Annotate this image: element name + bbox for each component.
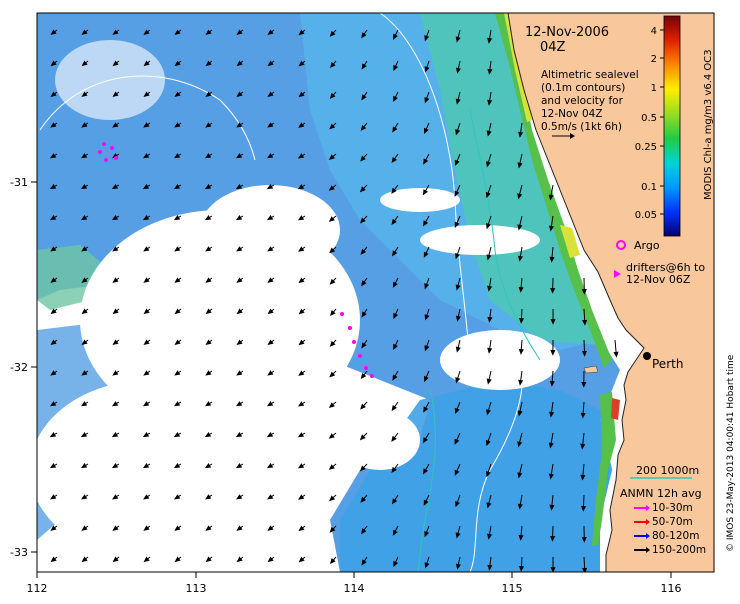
colorbar-tick-label: 2 [651, 54, 657, 65]
colorbar-label: MODIS Chl-a mg/m3 v6.4 OC3 [703, 49, 714, 200]
colorbar-tick-label: 0.5 [641, 113, 657, 124]
colorbar-tick-label: 0.25 [635, 142, 657, 153]
x-tick-label: 112 [27, 582, 48, 595]
altimetry-legend-line: 0.5m/s (1kt 6h) [541, 121, 622, 133]
altimetry-legend-line: 12-Nov 04Z [541, 108, 603, 120]
x-tick-label: 114 [344, 582, 365, 595]
drifter-legend-line2: 12-Nov 06Z [626, 273, 691, 286]
title-time: 04Z [540, 40, 566, 55]
drifter-point [102, 142, 106, 146]
drifter-point [358, 354, 362, 358]
argo-legend-label: Argo [634, 239, 660, 252]
colorbar-tick-label: 4 [651, 26, 657, 37]
cloud-patch [340, 410, 420, 470]
chlorophyll-map: Perth 12-Nov-2006 04Z Altimetric sealeve… [0, 0, 740, 600]
cloud-patch [30, 380, 270, 560]
colorbar [664, 16, 680, 236]
anmn-title: ANMN 12h avg [620, 487, 702, 500]
drifter-point [352, 340, 356, 344]
perth-marker [643, 352, 651, 360]
altimetry-legend-line: and velocity for [541, 95, 624, 107]
altimetry-legend-line: Altimetric sealevel [541, 69, 639, 81]
depth-scale-label: 200 1000m [636, 464, 699, 477]
anmn-legend-label: 80-120m [652, 530, 699, 542]
credit-text: © IMOS 23-May-2013 04:00:41 Hobart time [726, 354, 736, 552]
colorbar-tick-label: 0.05 [635, 210, 657, 221]
colorbar-tick-label: 0.1 [641, 182, 657, 193]
cloud-patch [200, 185, 340, 275]
x-tick-label: 113 [186, 582, 207, 595]
title-date: 12-Nov-2006 [525, 25, 609, 40]
y-axis: -31 -32 -33 [10, 176, 37, 559]
drifter-point [364, 366, 368, 370]
anmn-legend-label: 10-30m [652, 502, 693, 514]
drifter-point [370, 374, 374, 378]
perth-label: Perth [652, 357, 683, 371]
drifter-point [340, 312, 344, 316]
anmn-legend-label: 50-70m [652, 516, 693, 528]
x-axis: 112 113 114 115 116 [27, 572, 682, 595]
drifter-point [98, 150, 102, 154]
drifter-point [104, 158, 108, 162]
anmn-legend-label: 150-200m [652, 544, 706, 556]
x-tick-label: 116 [661, 582, 682, 595]
y-tick-label: -32 [10, 361, 28, 374]
drifter-point [114, 156, 118, 160]
y-tick-label: -33 [10, 546, 28, 559]
colorbar-tick-label: 1 [651, 83, 657, 94]
drifter-point [348, 326, 352, 330]
cloud-patch [420, 225, 540, 255]
y-tick-label: -31 [10, 176, 28, 189]
drifter-point [110, 146, 114, 150]
x-tick-label: 115 [502, 582, 523, 595]
altimetry-legend-line: (0.1m contours) [541, 82, 625, 94]
